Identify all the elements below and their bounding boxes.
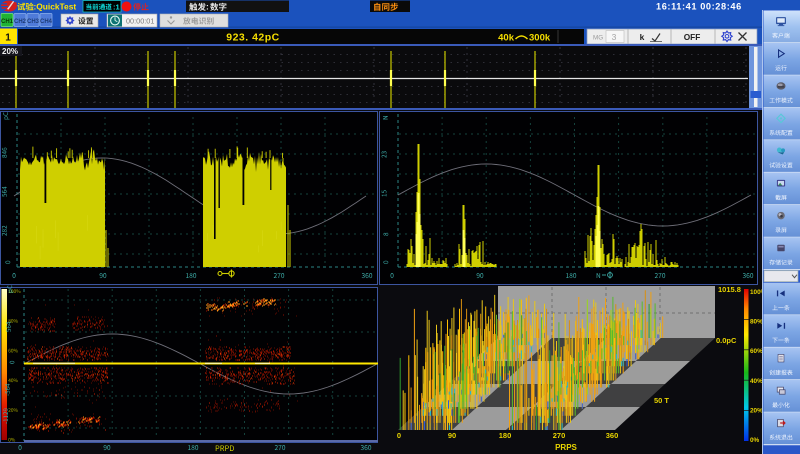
svg-text:MG: MG: [593, 35, 603, 42]
svg-text:0: 0: [397, 431, 401, 440]
svg-text::1: :1: [113, 2, 120, 11]
svg-text:0%: 0%: [750, 437, 760, 444]
svg-text:CH2: CH2: [14, 19, 27, 25]
svg-text:3: 3: [612, 32, 617, 42]
svg-text:CH4: CH4: [40, 19, 53, 25]
svg-text:PRPS: PRPS: [555, 443, 577, 452]
svg-text:300k: 300k: [529, 32, 551, 43]
svg-text:20%: 20%: [2, 47, 18, 56]
svg-text:1: 1: [5, 33, 11, 44]
svg-text:CH1: CH1: [1, 19, 14, 25]
svg-text:360: 360: [606, 431, 619, 440]
svg-text:90: 90: [448, 431, 456, 440]
svg-text:16:11:41 00:28:46: 16:11:41 00:28:46: [656, 2, 742, 12]
svg-text:OFF: OFF: [684, 32, 701, 42]
svg-text:270: 270: [553, 431, 566, 440]
svg-text:k: k: [640, 32, 645, 42]
svg-text:180: 180: [499, 431, 512, 440]
svg-text:0.0pC: 0.0pC: [716, 336, 737, 345]
svg-text::QuickTest: :QuickTest: [34, 2, 77, 12]
svg-text:40k: 40k: [498, 32, 515, 43]
svg-text:CH3: CH3: [27, 19, 40, 25]
svg-text:00:00:01: 00:00:01: [126, 17, 154, 26]
svg-text::: :: [206, 2, 209, 12]
svg-text:50 T: 50 T: [654, 396, 669, 405]
svg-text:1015.8: 1015.8: [718, 285, 741, 294]
svg-text:923. 42pC: 923. 42pC: [226, 32, 280, 44]
